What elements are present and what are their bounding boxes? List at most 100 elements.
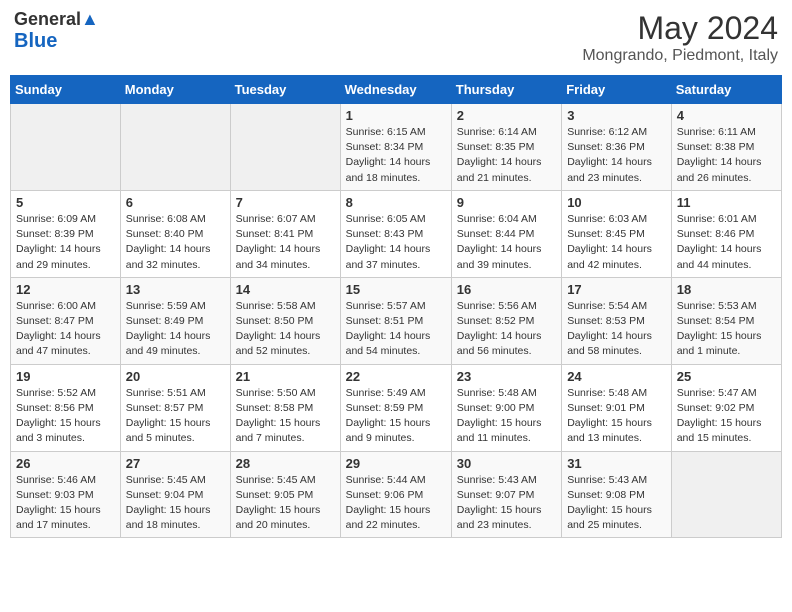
day-info: Sunrise: 6:07 AMSunset: 8:41 PMDaylight:… [236, 212, 335, 273]
week-row-4: 19 Sunrise: 5:52 AMSunset: 8:56 PMDayligh… [11, 364, 782, 451]
day-info: Sunrise: 5:56 AMSunset: 8:52 PMDaylight:… [457, 299, 556, 360]
day-number: 23 [457, 369, 556, 384]
day-number: 30 [457, 456, 556, 471]
day-info: Sunrise: 6:05 AMSunset: 8:43 PMDaylight:… [346, 212, 446, 273]
day-info: Sunrise: 5:48 AMSunset: 9:00 PMDaylight:… [457, 386, 556, 447]
day-cell: 19 Sunrise: 5:52 AMSunset: 8:56 PMDayligh… [11, 364, 121, 451]
week-row-2: 5Sunrise: 6:09 AMSunset: 8:39 PMDaylight… [11, 190, 782, 277]
day-cell: 5Sunrise: 6:09 AMSunset: 8:39 PMDaylight… [11, 190, 121, 277]
day-cell: 30 Sunrise: 5:43 AMSunset: 9:07 PMDayligh… [451, 451, 561, 538]
day-number: 31 [567, 456, 666, 471]
day-info: Sunrise: 5:54 AMSunset: 8:53 PMDaylight:… [567, 299, 666, 360]
day-info: Sunrise: 5:45 AMSunset: 9:04 PMDaylight:… [126, 473, 225, 534]
day-cell: 4 Sunrise: 6:11 AMSunset: 8:38 PMDaylight… [671, 104, 781, 191]
day-info: Sunrise: 6:04 AMSunset: 8:44 PMDaylight:… [457, 212, 556, 273]
day-info: Sunrise: 5:58 AMSunset: 8:50 PMDaylight:… [236, 299, 335, 360]
calendar-table: SundayMondayTuesdayWednesdayThursdayFrid… [10, 75, 782, 538]
day-cell: 31 Sunrise: 5:43 AMSunset: 9:08 PMDayligh… [562, 451, 672, 538]
day-number: 27 [126, 456, 225, 471]
day-info: Sunrise: 6:14 AMSunset: 8:35 PMDaylight:… [457, 125, 556, 186]
day-number: 3 [567, 108, 666, 123]
day-number: 15 [346, 282, 446, 297]
day-info: Sunrise: 5:51 AMSunset: 8:57 PMDaylight:… [126, 386, 225, 447]
col-header-wednesday: Wednesday [340, 76, 451, 104]
day-info: Sunrise: 5:44 AMSunset: 9:06 PMDaylight:… [346, 473, 446, 534]
day-cell [230, 104, 340, 191]
day-number: 18 [677, 282, 776, 297]
day-info: Sunrise: 5:48 AMSunset: 9:01 PMDaylight:… [567, 386, 666, 447]
logo: General▲ Blue [14, 10, 99, 52]
day-info: Sunrise: 6:00 AMSunset: 8:47 PMDaylight:… [16, 299, 115, 360]
day-number: 2 [457, 108, 556, 123]
day-cell: 1 Sunrise: 6:15 AMSunset: 8:34 PMDaylight… [340, 104, 451, 191]
day-number: 1 [346, 108, 446, 123]
day-info: Sunrise: 5:43 AMSunset: 9:07 PMDaylight:… [457, 473, 556, 534]
day-info: Sunrise: 5:50 AMSunset: 8:58 PMDaylight:… [236, 386, 335, 447]
day-number: 14 [236, 282, 335, 297]
day-cell: 6 Sunrise: 6:08 AMSunset: 8:40 PMDaylight… [120, 190, 230, 277]
day-number: 19 [16, 369, 115, 384]
col-header-tuesday: Tuesday [230, 76, 340, 104]
day-info: Sunrise: 5:43 AMSunset: 9:08 PMDaylight:… [567, 473, 666, 534]
day-cell: 8 Sunrise: 6:05 AMSunset: 8:43 PMDaylight… [340, 190, 451, 277]
day-number: 7 [236, 195, 335, 210]
day-number: 13 [126, 282, 225, 297]
day-cell: 14 Sunrise: 5:58 AMSunset: 8:50 PMDayligh… [230, 277, 340, 364]
day-number: 24 [567, 369, 666, 384]
day-number: 20 [126, 369, 225, 384]
header-row: SundayMondayTuesdayWednesdayThursdayFrid… [11, 76, 782, 104]
day-number: 6 [126, 195, 225, 210]
col-header-monday: Monday [120, 76, 230, 104]
day-number: 22 [346, 369, 446, 384]
col-header-sunday: Sunday [11, 76, 121, 104]
day-cell: 9Sunrise: 6:04 AMSunset: 8:44 PMDaylight… [451, 190, 561, 277]
day-number: 29 [346, 456, 446, 471]
day-number: 26 [16, 456, 115, 471]
day-info: Sunrise: 5:45 AMSunset: 9:05 PMDaylight:… [236, 473, 335, 534]
day-cell: 25 Sunrise: 5:47 AMSunset: 9:02 PMDayligh… [671, 364, 781, 451]
day-cell [120, 104, 230, 191]
day-info: Sunrise: 6:09 AMSunset: 8:39 PMDaylight:… [16, 212, 115, 273]
day-info: Sunrise: 6:11 AMSunset: 8:38 PMDaylight:… [677, 125, 776, 186]
day-number: 11 [677, 195, 776, 210]
day-cell: 7 Sunrise: 6:07 AMSunset: 8:41 PMDaylight… [230, 190, 340, 277]
title-block: May 2024 Mongrando, Piedmont, Italy [582, 10, 778, 65]
week-row-3: 12 Sunrise: 6:00 AMSunset: 8:47 PMDayligh… [11, 277, 782, 364]
day-cell: 20 Sunrise: 5:51 AMSunset: 8:57 PMDayligh… [120, 364, 230, 451]
day-cell: 29 Sunrise: 5:44 AMSunset: 9:06 PMDayligh… [340, 451, 451, 538]
day-cell: 18 Sunrise: 5:53 AMSunset: 8:54 PMDayligh… [671, 277, 781, 364]
day-cell: 16Sunrise: 5:56 AMSunset: 8:52 PMDayligh… [451, 277, 561, 364]
col-header-thursday: Thursday [451, 76, 561, 104]
day-cell: 26 Sunrise: 5:46 AMSunset: 9:03 PMDayligh… [11, 451, 121, 538]
day-number: 21 [236, 369, 335, 384]
day-cell [671, 451, 781, 538]
day-cell: 24 Sunrise: 5:48 AMSunset: 9:01 PMDayligh… [562, 364, 672, 451]
month-title: May 2024 [582, 10, 778, 47]
logo-text: General▲ [14, 10, 99, 30]
day-cell: 2 Sunrise: 6:14 AMSunset: 8:35 PMDaylight… [451, 104, 561, 191]
day-info: Sunrise: 5:57 AMSunset: 8:51 PMDaylight:… [346, 299, 446, 360]
day-info: Sunrise: 5:49 AMSunset: 8:59 PMDaylight:… [346, 386, 446, 447]
day-number: 8 [346, 195, 446, 210]
day-cell [11, 104, 121, 191]
day-number: 17 [567, 282, 666, 297]
day-info: Sunrise: 5:59 AMSunset: 8:49 PMDaylight:… [126, 299, 225, 360]
day-info: Sunrise: 6:12 AMSunset: 8:36 PMDaylight:… [567, 125, 666, 186]
day-cell: 17 Sunrise: 5:54 AMSunset: 8:53 PMDayligh… [562, 277, 672, 364]
day-info: Sunrise: 5:46 AMSunset: 9:03 PMDaylight:… [16, 473, 115, 534]
day-info: Sunrise: 6:15 AMSunset: 8:34 PMDaylight:… [346, 125, 446, 186]
day-cell: 13 Sunrise: 5:59 AMSunset: 8:49 PMDayligh… [120, 277, 230, 364]
week-row-5: 26 Sunrise: 5:46 AMSunset: 9:03 PMDayligh… [11, 451, 782, 538]
logo-blue-text: Blue [14, 30, 57, 52]
day-cell: 21 Sunrise: 5:50 AMSunset: 8:58 PMDayligh… [230, 364, 340, 451]
day-info: Sunrise: 5:47 AMSunset: 9:02 PMDaylight:… [677, 386, 776, 447]
day-number: 12 [16, 282, 115, 297]
day-number: 25 [677, 369, 776, 384]
day-cell: 28Sunrise: 5:45 AMSunset: 9:05 PMDayligh… [230, 451, 340, 538]
day-number: 4 [677, 108, 776, 123]
page-header: General▲ Blue May 2024 Mongrando, Piedmo… [10, 10, 782, 65]
day-cell: 3 Sunrise: 6:12 AMSunset: 8:36 PMDaylight… [562, 104, 672, 191]
day-info: Sunrise: 5:53 AMSunset: 8:54 PMDaylight:… [677, 299, 776, 360]
day-info: Sunrise: 5:52 AMSunset: 8:56 PMDaylight:… [16, 386, 115, 447]
day-info: Sunrise: 6:08 AMSunset: 8:40 PMDaylight:… [126, 212, 225, 273]
